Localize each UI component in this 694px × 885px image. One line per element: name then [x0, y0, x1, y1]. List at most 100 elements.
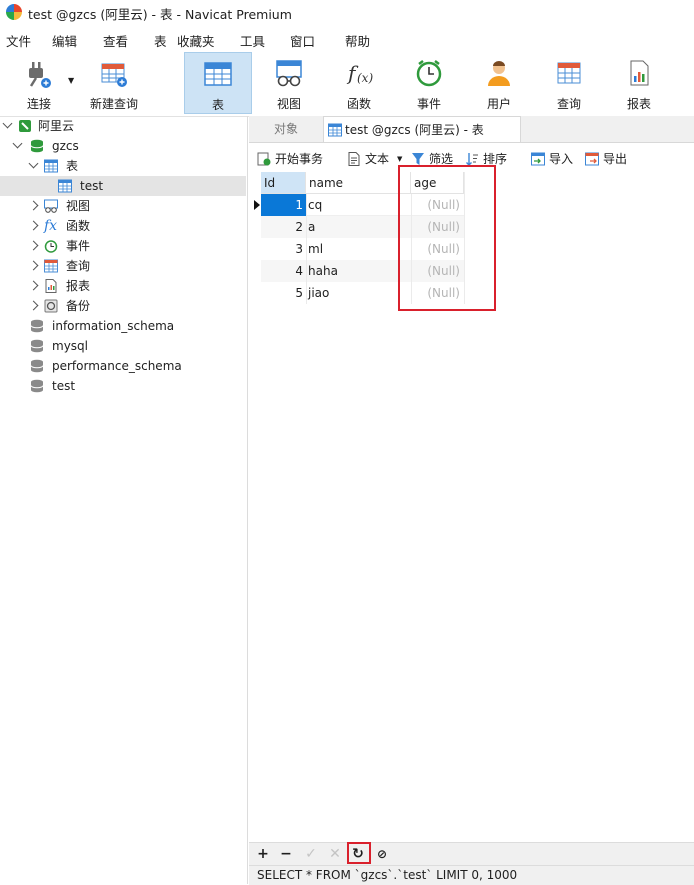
query-button[interactable]: 查询: [535, 52, 603, 114]
table-cell-age[interactable]: (Null): [411, 194, 464, 216]
expand-chevron-icon[interactable]: [28, 220, 39, 231]
table-cell-id[interactable]: 2: [261, 216, 306, 238]
text-button[interactable]: 文本 ▼: [347, 150, 407, 168]
stop-icon[interactable]: ⊘: [373, 845, 391, 863]
queries-label: 查询: [66, 259, 91, 273]
function-icon: f (x): [346, 61, 373, 85]
event-label: 事件: [416, 97, 441, 111]
collapse-chevron-icon[interactable]: [28, 158, 39, 169]
menu-help[interactable]: 帮助: [345, 31, 370, 50]
add-record-icon[interactable]: +: [254, 845, 272, 863]
table-cell-age[interactable]: (Null): [411, 260, 464, 282]
view-button[interactable]: 视图: [255, 52, 323, 114]
menu-bar: 文件 编辑 查看 表 收藏夹 工具 窗口 帮助: [0, 28, 694, 50]
connect-button[interactable]: ▼ 连接: [5, 52, 74, 114]
user-button[interactable]: 用户: [465, 52, 533, 114]
expand-chevron-icon[interactable]: [28, 200, 39, 211]
tree-events[interactable]: 事件: [0, 236, 246, 256]
dropdown-arrow-icon[interactable]: ▼: [68, 76, 74, 85]
filter-button[interactable]: 筛选: [411, 150, 461, 168]
tree-functions[interactable]: fx 函数: [0, 216, 246, 236]
table-cell-id[interactable]: 3: [261, 238, 306, 260]
views-label: 视图: [66, 199, 91, 213]
menu-favorites[interactable]: 收藏夹: [177, 31, 215, 50]
tree-views[interactable]: 视图: [0, 196, 246, 216]
table-cell-age[interactable]: (Null): [411, 216, 464, 238]
connect-label: 连接: [26, 97, 51, 111]
expand-chevron-icon[interactable]: [28, 300, 39, 311]
menu-tools[interactable]: 工具: [240, 31, 265, 50]
table-label: 表: [211, 98, 224, 112]
begin-transaction-label: 开始事务: [275, 152, 324, 166]
table-cell-name[interactable]: cq: [306, 194, 411, 216]
tree-database-mysql[interactable]: mysql: [0, 336, 246, 356]
column-header-name[interactable]: name: [306, 172, 411, 194]
export-button[interactable]: 导出: [585, 150, 635, 168]
database-label: performance_schema: [52, 359, 182, 373]
menu-table[interactable]: 表: [154, 31, 167, 50]
table-cell-name[interactable]: a: [306, 216, 411, 238]
events-label: 事件: [66, 239, 91, 253]
sort-button[interactable]: 排序: [465, 150, 515, 168]
table-cell-age[interactable]: (Null): [411, 238, 464, 260]
collapse-chevron-icon[interactable]: [12, 138, 23, 149]
menu-view[interactable]: 查看: [103, 31, 128, 50]
tab-table-test[interactable]: test @gzcs (阿里云) - 表: [323, 116, 521, 142]
table-cell-age[interactable]: (Null): [411, 282, 464, 304]
title-bar: test @gzcs (阿里云) - 表 - Navicat Premium: [0, 0, 694, 24]
menu-file[interactable]: 文件: [6, 31, 31, 50]
grid-line: [306, 194, 307, 304]
reports-label: 报表: [66, 279, 91, 293]
database-label: test: [52, 379, 76, 393]
menu-edit[interactable]: 编辑: [52, 31, 77, 50]
import-button[interactable]: 导入: [531, 150, 581, 168]
expand-chevron-icon[interactable]: [28, 260, 39, 271]
function-button[interactable]: f (x) 函数: [325, 52, 393, 114]
tree-reports[interactable]: 报表: [0, 276, 246, 296]
tree-tables-node[interactable]: 表: [0, 156, 246, 176]
table-cell-id[interactable]: 4: [261, 260, 306, 282]
report-label: 报表: [626, 97, 651, 111]
tree-queries[interactable]: 查询: [0, 256, 246, 276]
transaction-icon: [257, 152, 271, 166]
filter-label: 筛选: [429, 152, 454, 166]
delete-record-icon[interactable]: −: [277, 845, 295, 863]
table-button[interactable]: 表: [184, 52, 252, 114]
menu-window[interactable]: 窗口: [290, 31, 315, 50]
table-cell-id[interactable]: 5: [261, 282, 306, 304]
column-header-id[interactable]: Id: [261, 172, 306, 194]
tree-database-performance-schema[interactable]: performance_schema: [0, 356, 246, 376]
column-header-age[interactable]: age: [411, 172, 464, 194]
collapse-chevron-icon[interactable]: [2, 118, 13, 129]
tab-objects[interactable]: 对象: [274, 116, 324, 142]
view-icon: [44, 199, 58, 213]
connection-label: 阿里云: [38, 119, 75, 133]
table-cell-name[interactable]: haha: [306, 260, 411, 282]
begin-transaction-button[interactable]: 开始事务: [257, 150, 337, 168]
table-cell-name[interactable]: ml: [306, 238, 411, 260]
apply-check-icon[interactable]: ✓: [302, 845, 320, 863]
expand-chevron-icon[interactable]: [28, 240, 39, 251]
table-cell-name[interactable]: jiao: [306, 282, 411, 304]
expand-chevron-icon[interactable]: [28, 280, 39, 291]
tree-connection[interactable]: 阿里云: [0, 116, 246, 136]
report-button[interactable]: 报表: [605, 52, 673, 114]
record-toolbar: + − ✓ ✕ ↻ ⊘: [249, 842, 694, 865]
sort-label: 排序: [483, 152, 508, 166]
event-button[interactable]: 事件: [395, 52, 463, 114]
discard-x-icon[interactable]: ✕: [326, 845, 344, 863]
table-cell-id[interactable]: 1: [261, 194, 306, 216]
navigation-tree: 阿里云 gzcs 表 test 视图 fx 函数 事件 查询 报表 备份 inf…: [0, 116, 248, 884]
tree-table-test[interactable]: test: [0, 176, 246, 196]
tree-database-gzcs[interactable]: gzcs: [0, 136, 246, 156]
tree-backups[interactable]: 备份: [0, 296, 246, 316]
dropdown-arrow-icon[interactable]: ▼: [397, 150, 402, 168]
tree-database-information-schema[interactable]: information_schema: [0, 316, 246, 336]
new-query-button[interactable]: 新建查询: [80, 52, 148, 114]
backup-icon: [44, 299, 58, 313]
function-label: 函数: [346, 97, 371, 111]
clock-icon: [44, 240, 58, 253]
new-query-icon: [101, 63, 127, 87]
main-toolbar: ▼ 连接 新建查询 表 视图 f (x) 函数 事件 用户 查询 报表: [0, 52, 694, 117]
tree-database-test[interactable]: test: [0, 376, 246, 396]
